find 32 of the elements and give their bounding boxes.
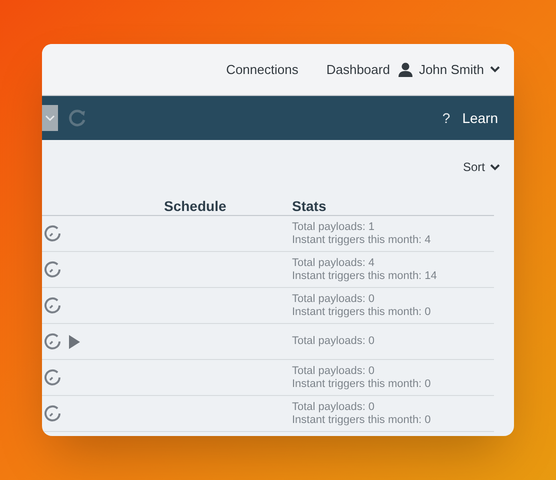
clock-icon[interactable] <box>44 225 61 242</box>
stat-text: Total payloads: 0 <box>292 292 376 306</box>
stat-text: Total payloads: 0 <box>292 400 376 414</box>
stat-text: Instant triggers this month: 4 <box>292 234 432 246</box>
chevron-icon <box>490 66 500 73</box>
refresh-icon[interactable] <box>67 108 87 128</box>
dropdown-button[interactable] <box>42 105 58 131</box>
nav-link[interactable]: Connections <box>226 60 298 80</box>
nav-link[interactable]: Dashboard <box>326 60 390 80</box>
column-header: Schedule <box>164 197 228 215</box>
user-icon <box>398 62 413 77</box>
chevron-icon <box>45 114 55 122</box>
user-menu[interactable]: John Smith <box>398 62 500 77</box>
clock-icon[interactable] <box>44 261 61 278</box>
sort-button[interactable]: Sort <box>462 158 500 176</box>
clock-icon[interactable] <box>44 297 61 314</box>
clock-icon[interactable] <box>44 333 61 350</box>
help-icon[interactable]: ? <box>442 108 450 128</box>
play-icon[interactable] <box>69 334 80 348</box>
stat-text: Instant triggers this month: 0 <box>292 414 432 426</box>
stat-text: Instant triggers this month: 14 <box>292 270 438 282</box>
stat-text: Total payloads: 1 <box>292 220 376 234</box>
column-header: Stats <box>292 197 328 215</box>
clock-icon[interactable] <box>44 405 61 422</box>
clock-icon[interactable] <box>44 369 61 386</box>
chevron-icon <box>490 164 500 170</box>
stat-text: Instant triggers this month: 0 <box>292 306 432 318</box>
learn-link[interactable]: Learn <box>462 108 498 128</box>
stat-text: Total payloads: 4 <box>292 256 376 270</box>
stat-text: Instant triggers this month: 0 <box>292 378 432 390</box>
stat-text: Total payloads: 0 <box>292 364 376 378</box>
stat-text: Total payloads: 0 <box>292 335 376 348</box>
